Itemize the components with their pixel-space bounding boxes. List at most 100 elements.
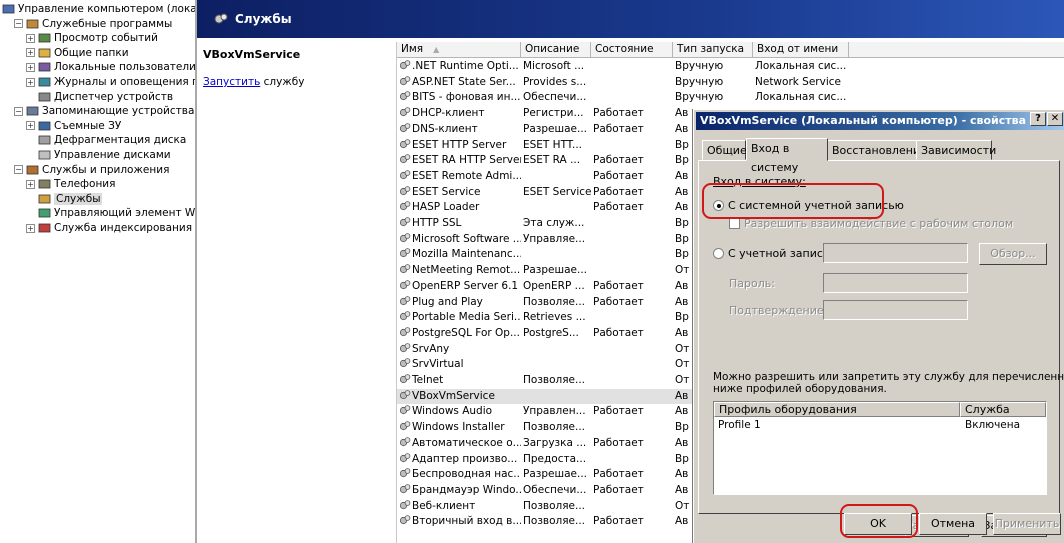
tab-general[interactable]: Общие [702, 140, 747, 160]
service-name-cell: Mozilla Maintenanc... [399, 247, 521, 263]
tree-item[interactable]: + Журналы и оповещения пр [26, 75, 195, 89]
tree-item[interactable]: Службы [26, 192, 103, 206]
service-gear-icon [399, 484, 411, 493]
hw-profile-name[interactable]: Profile 1 [718, 419, 761, 431]
expand-icon[interactable]: + [26, 48, 35, 58]
tree-item[interactable]: Диспетчер устройств [26, 90, 173, 104]
tree-item[interactable]: − Службы и приложения [14, 163, 169, 177]
expand-icon[interactable]: + [26, 77, 35, 87]
service-gear-icon [399, 389, 411, 399]
expand-icon[interactable]: + [26, 223, 35, 233]
cell-text: ASP.NET State Ser... [412, 75, 516, 88]
cell-text: Работает [593, 295, 644, 308]
confirm-password-input[interactable] [823, 300, 968, 320]
tab-recovery[interactable]: Восстановление [827, 140, 927, 160]
dialog-title-bar[interactable]: VBoxVmService (Локальный компьютер) - св… [696, 112, 1064, 130]
tree-item[interactable]: Управляющий элемент WM [26, 206, 195, 220]
service-name-cell: .NET Runtime Opti... [399, 59, 521, 75]
column-header[interactable]: Тип запуска [673, 42, 753, 58]
cell-text: HTTP SSL [412, 217, 462, 229]
service-state-cell: Работает [593, 404, 673, 420]
cancel-button[interactable]: Отмена [919, 513, 987, 535]
column-header[interactable]: Имя ▲ [397, 42, 521, 58]
service-row[interactable]: BITS - фоновая ин... Обеспечи... Вручную Ло… [397, 90, 1064, 106]
hardware-profiles-list[interactable]: Профиль оборудования Служба Profile 1 Вк… [713, 401, 1047, 495]
service-gear-icon [399, 327, 411, 336]
column-header[interactable]: Состояние [591, 42, 673, 58]
cell-text: Mozilla Maintenanc... [412, 248, 521, 261]
expand-icon[interactable]: + [26, 62, 35, 72]
service-description-pane: VBoxVmService Запустить службу [197, 38, 393, 543]
expand-icon[interactable]: + [26, 179, 35, 189]
cell-text: SrvAny [412, 342, 450, 355]
tree-item[interactable]: − Запоминающие устройства [14, 104, 194, 118]
service-name-cell: Адаптер произво... [399, 452, 521, 468]
tree-item[interactable]: Управление дисками [26, 148, 171, 162]
collapse-icon[interactable]: − [14, 106, 23, 116]
tree-item[interactable]: + Просмотр событий [26, 31, 158, 45]
cell-text: Управлен... [523, 405, 586, 418]
start-service-link[interactable]: Запустить [203, 76, 260, 88]
hw-profile-status[interactable]: Включена [965, 419, 1020, 431]
browse-button[interactable]: Обзор... [979, 243, 1047, 265]
cell-text: OpenERP ... [523, 279, 585, 292]
indexing-icon [38, 223, 51, 233]
service-description-cell: Регистри... [523, 106, 591, 122]
cell-text: Работает [593, 436, 644, 449]
service-name-cell: Брандмауэр Windo... [399, 483, 521, 499]
tree-item[interactable]: + Локальные пользователи [26, 60, 195, 74]
tree-item[interactable]: + Съемные ЗУ [26, 119, 121, 133]
account-input[interactable] [823, 243, 968, 263]
service-description-cell: Обеспечи... [523, 90, 591, 106]
cell-text: PostgreSQL For Op... [412, 326, 520, 339]
tree-item-label: Управление компьютером (локальн [18, 3, 197, 15]
cell-text: Plug and Play [412, 295, 483, 308]
service-name-cell: Portable Media Seri... [399, 310, 521, 326]
service-gear-icon [399, 60, 411, 70]
expand-icon[interactable]: + [26, 33, 35, 43]
tree-item[interactable]: Управление компьютером (локальн [2, 2, 197, 16]
service-row[interactable]: ASP.NET State Ser... Provides s... Вручную… [397, 75, 1064, 91]
hw-service-column[interactable]: Служба [960, 402, 1046, 417]
tree-item-label: Служебные программы [42, 17, 173, 30]
service-name-cell: Microsoft Software ... [399, 232, 521, 248]
close-button[interactable]: ✕ [1047, 112, 1063, 126]
column-header[interactable]: Вход от имени [753, 42, 849, 58]
tree-item-label: Служба индексирования [54, 222, 193, 234]
tree-item[interactable]: + Телефония [26, 177, 115, 191]
service-row[interactable]: .NET Runtime Opti... Microsoft ... Вручную… [397, 59, 1064, 75]
tab-dependencies[interactable]: Зависимости [916, 140, 996, 160]
service-name-cell: ESET Remote Admi... [399, 169, 521, 185]
highlight-ok-button [840, 504, 918, 538]
password-input[interactable] [823, 273, 968, 293]
cell-text: DNS-клиент [412, 122, 478, 135]
service-state-cell: Работает [593, 153, 673, 169]
console-tree: Управление компьютером (локальн − Служебны… [0, 0, 197, 543]
cell-text: Работает [593, 468, 644, 481]
tree-item[interactable]: + Служба индексирования [26, 221, 192, 235]
tab-logon[interactable]: Вход в систему [746, 138, 828, 174]
tree-item[interactable]: + Общие папки [26, 46, 129, 60]
cell-text: Retrieves ... [523, 311, 586, 324]
hw-profile-column[interactable]: Профиль оборудования [714, 402, 960, 417]
tree-item[interactable]: − Служебные программы [14, 17, 172, 31]
expand-icon[interactable]: + [26, 121, 35, 131]
apply-button[interactable]: Применить [993, 513, 1061, 535]
service-description-cell: Позволяе... [523, 514, 591, 530]
collapse-icon[interactable]: − [14, 165, 23, 175]
service-name-cell: Автоматическое о... [399, 436, 521, 452]
cell-text: Microsoft ... [523, 60, 585, 72]
service-state-cell: Работает [593, 169, 673, 185]
column-header-label: Вход от имени [757, 43, 839, 55]
service-gear-icon [399, 91, 411, 101]
collapse-icon[interactable]: − [14, 19, 23, 29]
column-header[interactable]: Описание [521, 42, 591, 58]
help-button[interactable]: ? [1030, 112, 1046, 126]
cell-text: ESET Service [412, 185, 481, 198]
tree-item[interactable]: Дефрагментация диска [26, 133, 186, 147]
shared-folder-icon [38, 48, 51, 58]
service-gear-icon [399, 421, 411, 431]
sort-ascending-icon: ▲ [433, 45, 440, 54]
service-name-cell: PostgreSQL For Op... [399, 326, 521, 342]
service-state-cell: Работает [593, 295, 673, 311]
